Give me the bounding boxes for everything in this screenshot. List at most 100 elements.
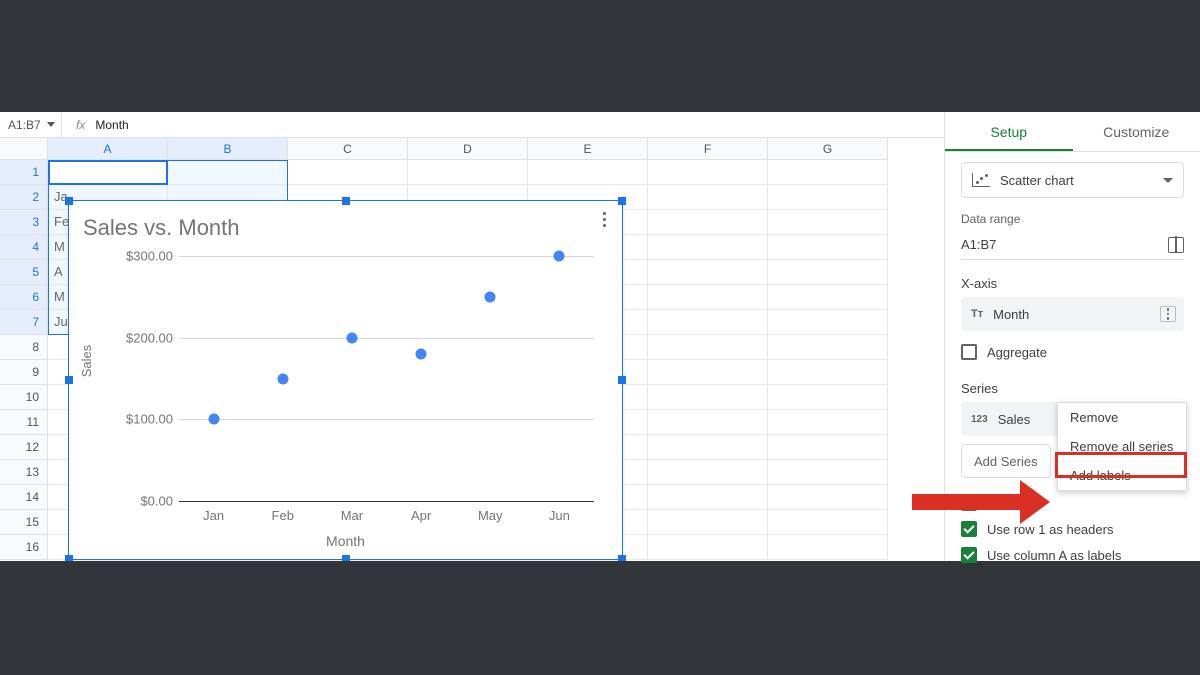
row-header[interactable]: 11 xyxy=(0,410,48,435)
col-header-F[interactable]: F xyxy=(648,138,768,160)
row-header[interactable]: 7 xyxy=(0,310,48,335)
row-header[interactable]: 10 xyxy=(0,385,48,410)
cell[interactable] xyxy=(648,210,768,235)
menu-remove-all-series[interactable]: Remove all series xyxy=(1058,432,1186,461)
cell[interactable] xyxy=(768,460,888,485)
col-header-G[interactable]: G xyxy=(768,138,888,160)
embedded-chart[interactable]: Sales vs. Month Sales Month $300.00$200.… xyxy=(68,200,623,560)
use-colA-checkbox-row[interactable]: Use column A as labels xyxy=(961,542,1184,568)
add-series-button[interactable]: Add Series xyxy=(961,444,1051,478)
menu-add-labels[interactable]: Add labels xyxy=(1058,461,1186,490)
cell[interactable] xyxy=(648,185,768,210)
use-row1-checkbox-row[interactable]: Use row 1 as headers xyxy=(961,516,1184,542)
row-header[interactable]: 13 xyxy=(0,460,48,485)
chart-type-select[interactable]: Scatter chart xyxy=(961,162,1184,198)
table-row: 1 xyxy=(0,160,934,185)
cell[interactable] xyxy=(648,285,768,310)
xaxis-more-button[interactable] xyxy=(1160,306,1176,322)
formula-input[interactable]: Month xyxy=(95,118,128,132)
cell[interactable] xyxy=(768,410,888,435)
cell[interactable] xyxy=(648,235,768,260)
cell[interactable] xyxy=(648,310,768,335)
data-point[interactable] xyxy=(277,373,288,384)
sheet-grid[interactable]: A B C D E F G 12Ja3Fe4M5A6M7Ju8910111213… xyxy=(0,138,934,561)
row-header[interactable]: 14 xyxy=(0,485,48,510)
data-point[interactable] xyxy=(554,251,565,262)
cell[interactable] xyxy=(768,235,888,260)
cell[interactable] xyxy=(768,485,888,510)
chart-menu-button[interactable] xyxy=(594,207,614,231)
cell[interactable] xyxy=(288,160,408,185)
row-header[interactable]: 8 xyxy=(0,335,48,360)
cell[interactable] xyxy=(768,360,888,385)
cell[interactable] xyxy=(768,435,888,460)
cell[interactable] xyxy=(768,185,888,210)
cell[interactable] xyxy=(648,260,768,285)
select-all-corner[interactable] xyxy=(0,138,48,160)
cell[interactable] xyxy=(648,360,768,385)
cell[interactable] xyxy=(648,410,768,435)
row-header[interactable]: 12 xyxy=(0,435,48,460)
cell[interactable] xyxy=(768,535,888,560)
use-colA-checkbox[interactable] xyxy=(961,547,977,563)
cell[interactable] xyxy=(768,510,888,535)
tab-setup[interactable]: Setup xyxy=(945,112,1073,151)
cell[interactable] xyxy=(648,460,768,485)
xaxis-value: Month xyxy=(993,307,1029,322)
select-range-icon[interactable] xyxy=(1168,237,1184,253)
col-header-D[interactable]: D xyxy=(408,138,528,160)
aggregate-checkbox-row[interactable]: Aggregate xyxy=(961,339,1184,365)
cell[interactable] xyxy=(768,310,888,335)
cell[interactable] xyxy=(48,160,168,185)
chart-title[interactable]: Sales vs. Month xyxy=(83,215,240,241)
cell[interactable] xyxy=(648,160,768,185)
cell[interactable] xyxy=(768,285,888,310)
row-header[interactable]: 9 xyxy=(0,360,48,385)
cell[interactable] xyxy=(768,210,888,235)
aggregate-checkbox[interactable] xyxy=(961,344,977,360)
cell[interactable] xyxy=(648,385,768,410)
data-point[interactable] xyxy=(485,291,496,302)
row-header[interactable]: 2 xyxy=(0,185,48,210)
cell[interactable] xyxy=(408,160,528,185)
cell[interactable] xyxy=(648,435,768,460)
row-header[interactable]: 4 xyxy=(0,235,48,260)
cell[interactable] xyxy=(648,510,768,535)
gridline xyxy=(179,419,594,420)
row-header[interactable]: 15 xyxy=(0,510,48,535)
col-header-B[interactable]: B xyxy=(168,138,288,160)
row-header[interactable]: 5 xyxy=(0,260,48,285)
data-point[interactable] xyxy=(346,332,357,343)
cell[interactable] xyxy=(768,335,888,360)
chart-x-axis-label[interactable]: Month xyxy=(69,533,622,549)
data-point[interactable] xyxy=(416,349,427,360)
tab-customize[interactable]: Customize xyxy=(1073,112,1200,151)
series-section-label: Series xyxy=(961,381,1184,396)
row-header[interactable]: 16 xyxy=(0,535,48,560)
cell[interactable] xyxy=(768,160,888,185)
col-header-E[interactable]: E xyxy=(528,138,648,160)
row-header[interactable]: 1 xyxy=(0,160,48,185)
y-tick-label: $200.00 xyxy=(103,330,173,345)
row-header[interactable]: 6 xyxy=(0,285,48,310)
row-header[interactable]: 3 xyxy=(0,210,48,235)
cell[interactable] xyxy=(768,385,888,410)
data-range-input[interactable]: A1:B7 xyxy=(961,232,1184,260)
cell[interactable] xyxy=(168,160,288,185)
chart-y-axis-label[interactable]: Sales xyxy=(79,311,94,411)
col-header-A[interactable]: A xyxy=(48,138,168,160)
xaxis-chip[interactable]: Tᴛ Month xyxy=(961,297,1184,331)
cell[interactable] xyxy=(648,485,768,510)
data-range-label: Data range xyxy=(961,212,1184,226)
name-box[interactable]: A1:B7 xyxy=(0,112,62,138)
cell[interactable] xyxy=(528,160,648,185)
cell[interactable] xyxy=(648,535,768,560)
menu-remove[interactable]: Remove xyxy=(1058,403,1186,432)
data-point[interactable] xyxy=(208,414,219,425)
col-header-C[interactable]: C xyxy=(288,138,408,160)
resize-handle-s[interactable] xyxy=(342,555,350,561)
cell[interactable] xyxy=(648,335,768,360)
cell[interactable] xyxy=(768,260,888,285)
use-row1-checkbox[interactable] xyxy=(961,521,977,537)
editor-tabs: Setup Customize xyxy=(945,112,1200,152)
